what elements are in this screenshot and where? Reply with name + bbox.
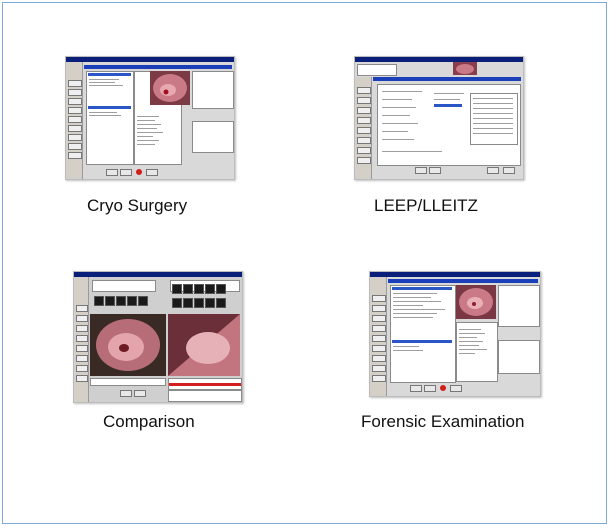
thumbnail-slot — [183, 298, 193, 308]
sidebar-button — [357, 137, 371, 144]
thumbnail-slot — [216, 298, 226, 308]
content-frame: Cryo Surgery LEEP/LLEITZ Comparison Fore… — [2, 2, 607, 524]
sidebar-button — [357, 87, 371, 94]
right-comparison-image — [168, 314, 240, 376]
patient-info-box — [357, 64, 397, 76]
sidebar-button — [68, 152, 82, 159]
card-caption[interactable]: Comparison — [103, 412, 195, 432]
sidebar-button — [357, 97, 371, 104]
thumbnail-slot — [172, 284, 182, 294]
thumbnail-slot — [183, 284, 193, 294]
sidebar-button — [372, 345, 386, 352]
thumbnail-slot — [94, 296, 104, 306]
report-header-strip — [388, 279, 538, 283]
comparison-thumbnail[interactable] — [73, 271, 243, 403]
thumbnail-slot — [172, 298, 182, 308]
thumbnail-sidebar — [66, 62, 83, 179]
sidebar-button — [372, 335, 386, 342]
sidebar-button — [372, 325, 386, 332]
right-notes-panel — [498, 285, 540, 327]
thumbnail-button — [134, 390, 146, 397]
sidebar-button — [357, 127, 371, 134]
sidebar-button — [68, 98, 82, 105]
thumbnail-titlebar — [66, 57, 234, 62]
selected-row — [88, 73, 131, 76]
card-caption[interactable]: Forensic Examination — [361, 412, 524, 432]
sidebar-button — [372, 295, 386, 302]
thumbnail-button — [146, 169, 158, 176]
thumbnail-sidebar — [74, 277, 89, 402]
left-filter-bar — [92, 280, 156, 292]
record-icon — [136, 169, 142, 175]
thumbnail-slot — [194, 284, 204, 294]
report-header-strip — [373, 77, 521, 81]
sidebar-button — [68, 89, 82, 96]
thumbnail-slot — [205, 284, 215, 294]
thumbnail-slot — [138, 296, 148, 306]
findings-panel — [192, 121, 234, 153]
sidebar-button — [357, 147, 371, 154]
middle-list-panel — [456, 322, 498, 382]
card-caption[interactable]: Cryo Surgery — [87, 196, 187, 216]
thumbnail-slot — [105, 296, 115, 306]
left-list-panel — [390, 285, 456, 383]
thumbnail-button — [106, 169, 118, 176]
thumbnail-titlebar — [74, 272, 242, 277]
examination-image — [456, 285, 496, 319]
forensic-examination-thumbnail[interactable] — [369, 271, 541, 397]
left-info-bar — [90, 378, 166, 386]
sidebar-button — [68, 134, 82, 141]
thumbnail-slot — [127, 296, 137, 306]
thumbnail-button — [415, 167, 427, 174]
parameter-table — [470, 93, 518, 145]
thumbnail-button — [503, 167, 515, 174]
left-comparison-image — [90, 314, 166, 376]
right-info-bar — [168, 378, 242, 390]
sidebar-button — [372, 315, 386, 322]
sidebar-button — [372, 355, 386, 362]
thumbnail-sidebar — [370, 277, 387, 396]
sidebar-button — [372, 365, 386, 372]
sidebar-button — [68, 80, 82, 87]
colposcopy-image — [150, 71, 190, 105]
operation-form — [377, 84, 521, 166]
thumbnail-titlebar — [370, 272, 540, 277]
thumbnail-titlebar — [355, 57, 523, 62]
thumbnail-button — [120, 169, 132, 176]
sidebar-button — [68, 143, 82, 150]
notes-panel — [168, 390, 242, 402]
record-icon — [440, 385, 446, 391]
thumbnail-button — [120, 390, 132, 397]
sidebar-button — [357, 117, 371, 124]
sidebar-button — [372, 305, 386, 312]
leep-lleitz-thumbnail[interactable] — [354, 56, 524, 180]
sidebar-button — [68, 107, 82, 114]
thumbnail-button — [450, 385, 462, 392]
sidebar-button — [357, 157, 371, 164]
findings-panel — [498, 340, 540, 374]
sidebar-button — [68, 125, 82, 132]
selected-row — [88, 106, 131, 109]
thumbnail-sidebar — [355, 77, 372, 179]
header-image — [453, 62, 477, 75]
thumbnail-button — [424, 385, 436, 392]
sidebar-button — [68, 116, 82, 123]
card-caption[interactable]: LEEP/LLEITZ — [374, 196, 478, 216]
sidebar-button — [372, 375, 386, 382]
right-notes-panel — [192, 71, 234, 109]
thumbnail-button — [429, 167, 441, 174]
thumbnail-slot — [216, 284, 226, 294]
thumbnail-slot — [194, 298, 204, 308]
left-list-panel — [86, 71, 134, 165]
cryo-surgery-thumbnail[interactable] — [65, 56, 235, 180]
thumbnail-slot — [116, 296, 126, 306]
report-header-strip — [84, 65, 232, 69]
thumbnail-button — [487, 167, 499, 174]
thumbnail-button — [410, 385, 422, 392]
thumbnail-slot — [205, 298, 215, 308]
sidebar-button — [357, 107, 371, 114]
